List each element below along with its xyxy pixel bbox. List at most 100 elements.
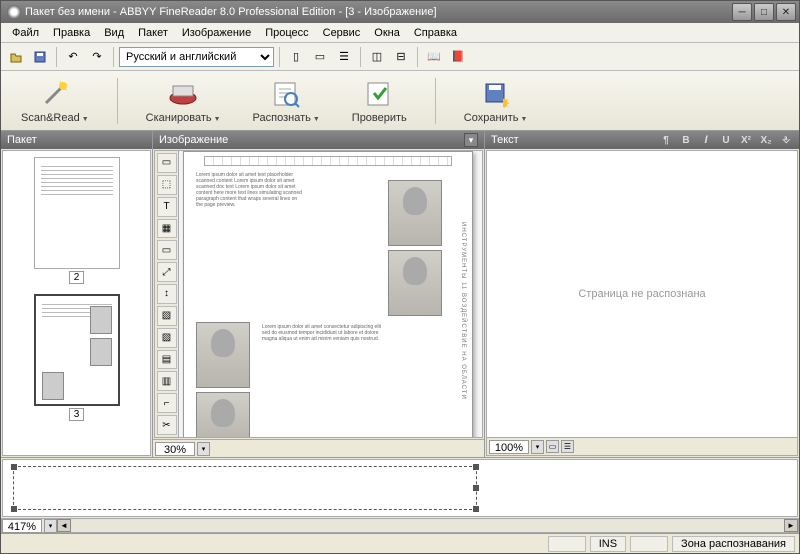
zoom-dropdown-icon[interactable]: ▾ <box>197 442 210 456</box>
tool-eraser[interactable]: ✂ <box>157 415 177 435</box>
scan-button[interactable]: Сканировать▼ <box>142 76 225 126</box>
tool-zone[interactable]: ⬚ <box>157 175 177 195</box>
tool-add2[interactable]: ▨ <box>157 328 177 348</box>
layout3-icon[interactable]: ☰ <box>333 46 355 68</box>
menu-process[interactable]: Процесс <box>258 25 315 41</box>
tool-addv[interactable]: ↕ <box>157 284 177 304</box>
detail-viewport[interactable] <box>2 459 798 517</box>
photo-icon <box>388 180 442 246</box>
text-zoom-bar: 100% ▾ ▭ ☰ <box>487 437 797 455</box>
main-toolbar: Scan&Read▼ Сканировать▼ Распознать▼ Пров… <box>1 71 799 131</box>
check-label: Проверить <box>352 112 407 124</box>
tool-pointer[interactable]: ⤢ <box>157 262 177 282</box>
nonprint-icon[interactable]: ¶ <box>659 133 673 147</box>
vertical-caption: ИНСТРУМЕНТЫ 11 ВОЗДЕЙСТВИЕ НА ОБЛАСТИ <box>452 182 466 437</box>
help-icon[interactable]: 📕 <box>447 46 469 68</box>
tool-del[interactable]: ▥ <box>157 371 177 391</box>
tool-addh[interactable]: ▤ <box>157 350 177 370</box>
zoom-dropdown-icon[interactable]: ▾ <box>531 440 544 454</box>
app-window: Пакет без имени - ABBYY FineReader 8.0 P… <box>0 0 800 554</box>
underline-icon[interactable]: U <box>719 133 733 147</box>
thumbnail-3[interactable]: 3 <box>9 294 144 421</box>
save-icon[interactable] <box>29 46 51 68</box>
layout2-icon[interactable]: ▭ <box>309 46 331 68</box>
photo-icon <box>196 322 250 388</box>
panel-close-icon[interactable]: ▾ <box>464 133 478 147</box>
save-star-icon <box>480 78 512 110</box>
dict-icon[interactable]: 📖 <box>423 46 445 68</box>
bold-icon[interactable]: B <box>679 133 693 147</box>
redo-icon[interactable]: ↷ <box>86 46 108 68</box>
scanread-label: Scan&Read <box>21 112 80 124</box>
undo-icon[interactable]: ↶ <box>62 46 84 68</box>
view-mode2-icon[interactable]: ☰ <box>561 440 574 453</box>
menu-packet[interactable]: Пакет <box>131 25 175 41</box>
standard-toolbar: ↶ ↷ Русский и английский ▯ ▭ ☰ ◫ ⊟ 📖 📕 <box>1 43 799 71</box>
splitv-icon[interactable]: ◫ <box>366 46 388 68</box>
crop-frame[interactable] <box>13 466 477 510</box>
detail-zoom-bar: 417% ▾ ◄ ► <box>1 518 799 533</box>
toolbar-separator <box>360 47 361 67</box>
tool-rect[interactable]: ▭ <box>157 153 177 173</box>
crop-handle[interactable] <box>11 506 17 512</box>
crop-handle[interactable] <box>473 464 479 470</box>
menu-service[interactable]: Сервис <box>316 25 368 41</box>
menubar: Файл Правка Вид Пакет Изображение Процес… <box>1 23 799 43</box>
image-panel: Изображение ▾ ▭ ⬚ T ▦ ▭ ⤢ ↕ ▧ ▨ ▤ ▥ ⌐ ✂ <box>153 131 485 457</box>
sub-icon[interactable]: X₂ <box>759 133 773 147</box>
crop-handle[interactable] <box>473 485 479 491</box>
minimize-button[interactable]: ─ <box>732 3 752 21</box>
app-icon <box>7 5 21 19</box>
menu-windows[interactable]: Окна <box>367 25 407 41</box>
detail-zoom-value[interactable]: 417% <box>2 519 42 533</box>
tool-text[interactable]: T <box>157 197 177 217</box>
layout1-icon[interactable]: ▯ <box>285 46 307 68</box>
italic-icon[interactable]: I <box>699 133 713 147</box>
zoom-dropdown-icon[interactable]: ▾ <box>44 519 57 533</box>
dropdown-icon: ▼ <box>214 116 221 123</box>
dropdown-icon: ▼ <box>520 116 527 123</box>
thumb-number: 3 <box>69 408 85 421</box>
scrollbar-track[interactable] <box>71 519 784 532</box>
thumbnail-2[interactable]: 2 <box>9 157 144 284</box>
text-header: Текст ¶ B I U X² X₂ ⎀ <box>485 131 799 149</box>
thumb-number: 2 <box>69 271 85 284</box>
tool-add1[interactable]: ▧ <box>157 306 177 326</box>
check-button[interactable]: Проверить <box>348 76 411 126</box>
scroll-left-icon[interactable]: ◄ <box>57 519 71 532</box>
packet-thumbnails[interactable]: 2 3 <box>2 150 151 456</box>
menu-view[interactable]: Вид <box>97 25 131 41</box>
recognize-icon <box>270 78 302 110</box>
status-empty <box>630 536 668 552</box>
format-icon[interactable]: ⎀ <box>779 133 793 147</box>
workspace: Пакет 2 3 <box>1 131 799 457</box>
scroll-right-icon[interactable]: ► <box>784 519 798 532</box>
menu-image[interactable]: Изображение <box>175 25 258 41</box>
language-select[interactable]: Русский и английский <box>119 47 274 67</box>
view-mode1-icon[interactable]: ▭ <box>546 440 559 453</box>
maximize-button[interactable]: □ <box>754 3 774 21</box>
recognize-label: Распознать <box>253 112 311 124</box>
scanread-button[interactable]: Scan&Read▼ <box>17 76 93 126</box>
save-button[interactable]: Сохранить▼ <box>460 76 532 126</box>
splith-icon[interactable]: ⊟ <box>390 46 412 68</box>
close-button[interactable]: ✕ <box>776 3 796 21</box>
scan-label: Сканировать <box>146 112 212 124</box>
text-viewport[interactable]: Страница не распознана <box>487 151 797 437</box>
recognize-button[interactable]: Распознать▼ <box>249 76 324 126</box>
menu-edit[interactable]: Правка <box>46 25 97 41</box>
toolbar-separator <box>117 78 118 124</box>
menu-file[interactable]: Файл <box>5 25 46 41</box>
image-viewport[interactable]: Lorem ipsum dolor sit amet text placehol… <box>179 151 482 437</box>
menu-help[interactable]: Справка <box>407 25 464 41</box>
open-icon[interactable] <box>5 46 27 68</box>
crop-handle[interactable] <box>473 506 479 512</box>
tool-table[interactable]: ▦ <box>157 219 177 239</box>
super-icon[interactable]: X² <box>739 133 753 147</box>
text-zoom-value[interactable]: 100% <box>489 440 529 454</box>
tool-crop[interactable]: ⌐ <box>157 393 177 413</box>
image-zoom-value[interactable]: 30% <box>155 442 195 456</box>
toolbar-separator <box>417 47 418 67</box>
crop-handle[interactable] <box>11 464 17 470</box>
tool-image[interactable]: ▭ <box>157 240 177 260</box>
